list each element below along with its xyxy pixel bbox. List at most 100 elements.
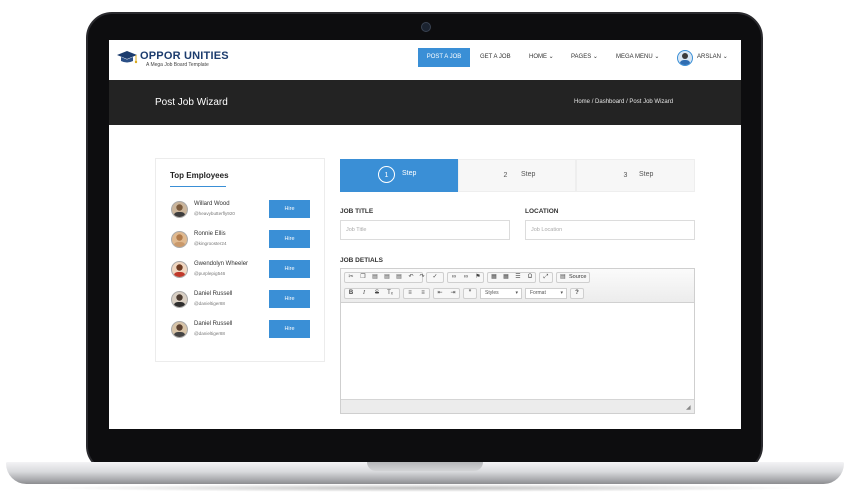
numbered-list-icon[interactable]: ≡: [405, 289, 415, 298]
step-label: Step: [639, 171, 654, 178]
avatar: [171, 201, 188, 218]
link-icon[interactable]: ∞: [449, 273, 459, 282]
get-a-job-link[interactable]: GET A JOB: [480, 48, 511, 67]
step-2-tab[interactable]: 2 Step: [458, 159, 576, 192]
italic-icon[interactable]: I: [359, 289, 369, 298]
mega-menu-label: MEGA MENU: [616, 54, 653, 60]
resize-handle-icon[interactable]: ◢: [686, 404, 691, 411]
bulleted-list-icon[interactable]: ≡: [418, 289, 428, 298]
job-title-input[interactable]: Job Title: [340, 220, 510, 240]
avatar: [171, 261, 188, 278]
hire-button[interactable]: Hire: [269, 290, 310, 308]
location-input[interactable]: Job Location: [525, 220, 695, 240]
source-icon: ▤: [560, 274, 566, 280]
brand-tagline: A Mega Job Board Template: [146, 62, 209, 68]
bold-icon[interactable]: B: [346, 289, 356, 298]
maximize-icon[interactable]: ⤢: [541, 273, 551, 282]
paste-word-icon[interactable]: ▤: [394, 273, 404, 282]
chevron-down-icon: ⌄: [654, 54, 660, 60]
employee-handle: @heavybutterfly920: [194, 211, 235, 216]
special-char-icon[interactable]: Ω: [525, 273, 535, 282]
breadcrumb: Home / Dashboard / Post Job Wizard: [574, 99, 673, 105]
employee-handle: @danieltiger88: [194, 331, 225, 336]
copy-icon[interactable]: ❐: [358, 273, 368, 282]
avatar: [171, 291, 188, 308]
employee-name: Ronnie Ellis: [194, 231, 226, 237]
employee-handle: @purplepig546: [194, 271, 226, 276]
step-1-tab[interactable]: 1 Step: [340, 159, 458, 192]
hire-button[interactable]: Hire: [269, 200, 310, 218]
avatar: [171, 231, 188, 248]
user-name: ARSLAN: [697, 54, 722, 60]
step-3-tab[interactable]: 3 Step: [576, 159, 695, 192]
unlink-icon[interactable]: ∞: [461, 273, 471, 282]
styles-dropdown[interactable]: Styles ▾: [480, 288, 522, 299]
pages-menu[interactable]: PAGES ⌄: [571, 48, 598, 67]
post-a-job-button[interactable]: POST A JOB: [418, 48, 470, 67]
format-dropdown[interactable]: Format ▾: [525, 288, 567, 299]
dropdown-arrow-icon: ▾: [560, 290, 563, 296]
horizontal-line-icon[interactable]: ☰: [513, 273, 523, 282]
step-number: 3: [623, 172, 628, 179]
strike-icon[interactable]: S: [372, 289, 382, 298]
breadcrumb-current: Post Job Wizard: [629, 99, 674, 105]
job-details-label: JOB DETIALS: [340, 257, 383, 264]
user-avatar[interactable]: [677, 50, 693, 66]
hire-button[interactable]: Hire: [269, 320, 310, 338]
user-icon: [680, 53, 690, 65]
hire-button[interactable]: Hire: [269, 260, 310, 278]
webcam: [421, 22, 431, 32]
page-title: Post Job Wizard: [155, 97, 228, 108]
laptop-notch: [367, 462, 483, 471]
step-label: Step: [402, 170, 417, 177]
styles-label: Styles: [485, 290, 499, 296]
paste-icon[interactable]: ▤: [370, 273, 380, 282]
employee-name: Daniel Russell: [194, 291, 233, 297]
chevron-down-icon: ⌄: [722, 54, 728, 60]
job-title-label: JOB TITLE: [340, 208, 374, 215]
blockquote-icon[interactable]: ”: [465, 289, 475, 298]
home-menu[interactable]: HOME ⌄: [529, 48, 554, 67]
step-label: Step: [521, 171, 536, 178]
anchor-flag-icon[interactable]: ⚑: [473, 273, 483, 282]
chevron-down-icon: ⌄: [592, 54, 598, 60]
employee-handle: @danieltiger88: [194, 301, 225, 306]
user-menu[interactable]: ARSLAN ⌄: [697, 48, 728, 67]
step-number: 1: [378, 166, 395, 183]
spellcheck-icon[interactable]: ✓: [430, 273, 440, 282]
mega-menu[interactable]: MEGA MENU ⌄: [616, 48, 659, 67]
source-label: Source: [569, 274, 587, 280]
undo-icon[interactable]: ↶: [406, 273, 416, 282]
dropdown-arrow-icon: ▾: [515, 290, 518, 296]
outdent-icon[interactable]: ⇤: [435, 289, 445, 298]
format-label: Format: [530, 290, 546, 296]
table-icon[interactable]: ▦: [501, 273, 511, 282]
chevron-down-icon: ⌄: [548, 54, 554, 60]
employee-name: Willard Wood: [194, 201, 230, 207]
help-icon[interactable]: ?: [572, 289, 582, 298]
indent-icon[interactable]: ⇥: [448, 289, 458, 298]
remove-format-icon[interactable]: Tₓ: [385, 289, 395, 298]
breadcrumb-dashboard[interactable]: Dashboard: [595, 99, 624, 105]
cut-icon[interactable]: ✂: [346, 273, 356, 282]
image-icon[interactable]: ▦: [489, 273, 499, 282]
paste-text-icon[interactable]: ▤: [382, 273, 392, 282]
step-number: 2: [503, 172, 508, 179]
editor-status-bar: [341, 399, 694, 413]
employee-name: Daniel Russell: [194, 321, 233, 327]
title-underline: [170, 186, 226, 187]
employee-name: Gwendolyn Wheeler: [194, 261, 249, 267]
hire-button[interactable]: Hire: [269, 230, 310, 248]
home-label: HOME: [529, 54, 547, 60]
breadcrumb-home[interactable]: Home: [574, 99, 590, 105]
top-navbar: OPPOR UNITIES A Mega Job Board Template …: [109, 40, 741, 80]
editor-toolbar: ✂ ❐ ▤ ▤ ▤ ↶ ↷ ✓ ∞ ∞ ⚑ ▦ ▦ ☰ Ω ⤢ ▤ Source…: [341, 269, 694, 303]
brand-name[interactable]: OPPOR UNITIES: [140, 50, 229, 62]
top-employees-title: Top Employees: [170, 171, 229, 180]
editor-content-area[interactable]: [341, 303, 694, 399]
avatar: [171, 321, 188, 338]
laptop-shadow: [40, 484, 810, 492]
pages-label: PAGES: [571, 54, 592, 60]
location-label: LOCATION: [525, 208, 559, 215]
source-group[interactable]: ▤ Source: [556, 272, 590, 283]
